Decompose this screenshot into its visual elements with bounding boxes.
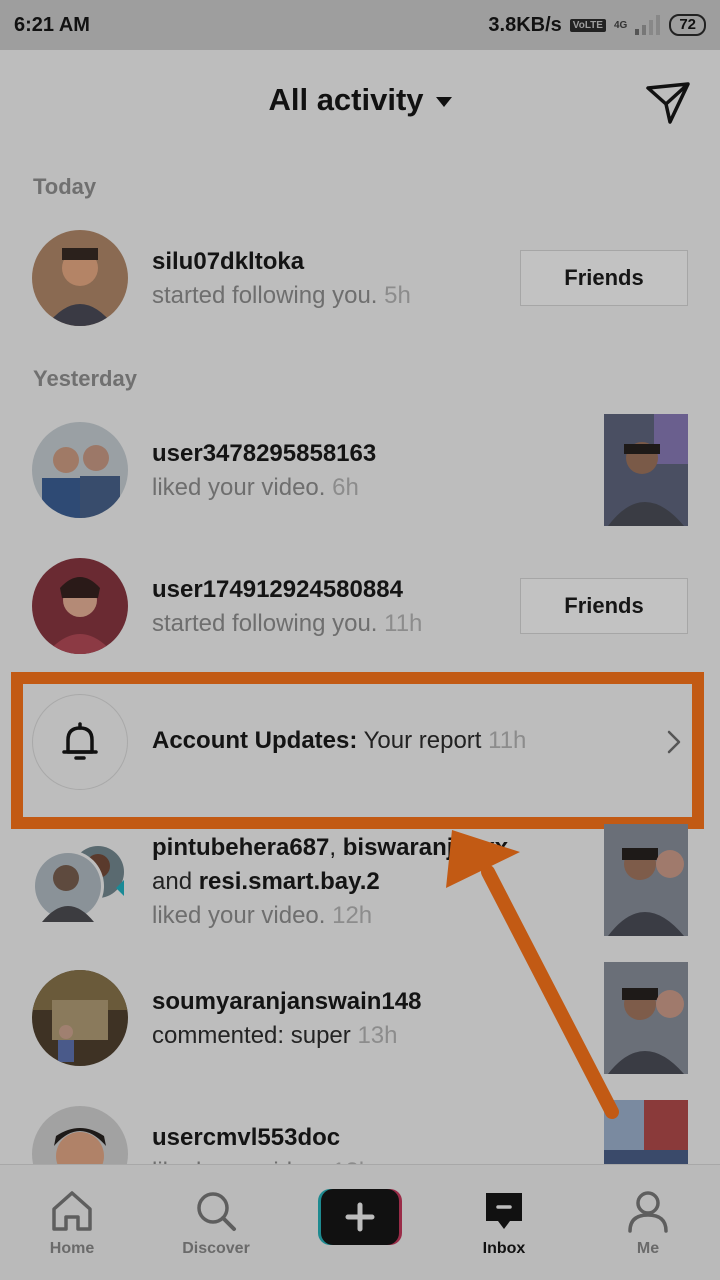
timestamp: 13h xyxy=(357,1022,398,1049)
bottom-tab-bar: Home Discover Inbox Me xyxy=(0,1164,720,1280)
tab-inbox[interactable]: Inbox xyxy=(432,1165,576,1280)
timestamp: 5h xyxy=(384,282,411,309)
usernames-group: pintubehera687, biswaranjanxx xyxy=(152,834,508,862)
timestamp: 6h xyxy=(332,474,359,501)
status-bar: 6:21 AM 3.8KB/s VoLTE 4G 72 xyxy=(0,0,720,50)
comma-separator: , xyxy=(329,834,337,861)
avatar-group[interactable] xyxy=(32,832,128,928)
activity-text: liked your video. 12h xyxy=(152,902,372,930)
avatar[interactable] xyxy=(32,558,128,654)
avatar[interactable] xyxy=(32,422,128,518)
action-text: started following you. xyxy=(152,282,378,309)
activity-text: and resi.smart.bay.2 xyxy=(152,868,380,896)
comment-text: commented: super xyxy=(152,1022,351,1049)
highlight-box xyxy=(11,672,704,829)
inbox-icon xyxy=(486,1193,522,1229)
and-text: and xyxy=(152,868,193,895)
timestamp: 11h xyxy=(384,610,423,637)
username[interactable]: user174912924580884 xyxy=(152,576,403,604)
username[interactable]: biswaranjanxx xyxy=(343,834,508,861)
tab-label: Inbox xyxy=(482,1240,526,1257)
friends-button[interactable]: Friends xyxy=(520,578,688,634)
activity-text: liked your video. 6h xyxy=(152,474,359,502)
paper-plane-icon[interactable] xyxy=(644,78,692,126)
username[interactable]: pintubehera687 xyxy=(152,834,329,861)
activity-text: commented: super 13h xyxy=(152,1022,397,1050)
status-indicators: 3.8KB/s VoLTE 4G 72 xyxy=(488,14,706,37)
username[interactable]: user3478295858163 xyxy=(152,440,376,468)
signal-icon: 4G xyxy=(613,19,628,31)
timestamp: 12h xyxy=(332,902,373,929)
tab-discover[interactable]: Discover xyxy=(144,1165,288,1280)
action-text: liked your video. xyxy=(152,474,326,501)
activity-text: started following you. 11h xyxy=(152,610,422,638)
username[interactable]: silu07dkltoka xyxy=(152,248,304,276)
section-label-yesterday: Yesterday xyxy=(33,366,137,391)
avatar[interactable] xyxy=(32,230,128,326)
page-title: All activity xyxy=(268,82,424,117)
video-thumbnail[interactable] xyxy=(604,824,688,936)
activity-filter-dropdown[interactable]: All activity xyxy=(268,82,452,118)
username[interactable]: soumyaranjanswain148 xyxy=(152,988,421,1016)
action-text: started following you. xyxy=(152,610,378,637)
friends-button[interactable]: Friends xyxy=(520,250,688,306)
volte-badge: VoLTE xyxy=(569,18,606,32)
tab-me[interactable]: Me xyxy=(576,1165,720,1280)
header: All activity xyxy=(0,50,720,150)
action-text: liked your video. xyxy=(152,902,326,929)
tab-label: Discover xyxy=(182,1240,250,1257)
section-label-today: Today xyxy=(33,174,97,199)
search-icon xyxy=(197,1192,236,1231)
home-icon xyxy=(52,1191,92,1231)
avatar[interactable] xyxy=(32,970,128,1066)
activity-text: started following you. 5h xyxy=(152,282,411,310)
signal-bars-icon xyxy=(635,15,661,35)
username[interactable]: resi.smart.bay.2 xyxy=(199,868,380,895)
tab-label: Me xyxy=(636,1240,660,1257)
tab-create[interactable] xyxy=(288,1165,432,1280)
network-speed: 3.8KB/s xyxy=(488,13,562,36)
tab-home[interactable]: Home xyxy=(0,1165,144,1280)
username[interactable]: usercmvl553doc xyxy=(152,1124,340,1152)
video-thumbnail[interactable] xyxy=(604,962,688,1074)
caret-down-icon xyxy=(435,97,452,107)
battery-indicator: 72 xyxy=(669,14,706,36)
person-icon xyxy=(628,1191,668,1233)
plus-icon xyxy=(318,1189,402,1245)
status-time: 6:21 AM xyxy=(14,13,90,36)
video-thumbnail[interactable] xyxy=(604,414,688,526)
tab-label: Home xyxy=(49,1240,95,1257)
